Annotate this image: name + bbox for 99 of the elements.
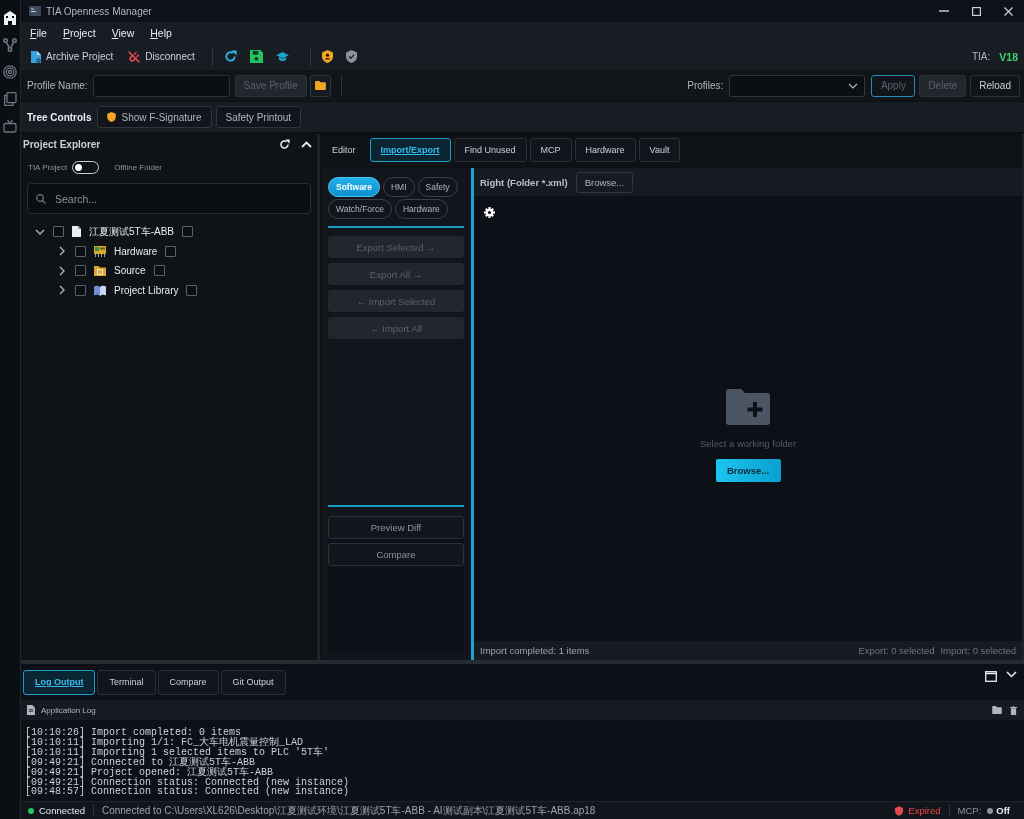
target-icon[interactable]	[3, 65, 17, 79]
import-status: Import completed: 1 items	[480, 645, 590, 656]
checkbox[interactable]	[75, 284, 86, 296]
mcp-status: Off	[996, 805, 1010, 816]
toggle-label: TIA Project	[28, 162, 68, 172]
checkbox[interactable]	[75, 245, 86, 257]
toggle-label: Offline Folder	[114, 162, 162, 172]
module-icon	[94, 245, 106, 257]
tab[interactable]: MCP	[529, 138, 572, 162]
close-icon[interactable]	[1003, 6, 1013, 16]
tab[interactable]: Vault	[638, 138, 681, 162]
folder-title: Right (Folder *.xml)	[480, 176, 568, 188]
tab[interactable]: Hardware	[574, 138, 636, 162]
menu-item[interactable]: Help	[142, 26, 180, 39]
menu-item[interactable]: Project	[54, 26, 104, 39]
tree-control-button[interactable]: Show F-Signature	[97, 106, 212, 128]
book-icon	[94, 284, 106, 296]
profile-name-label: Profile Name:	[27, 80, 88, 91]
panel-title: Project Explorer	[23, 138, 101, 150]
browse-button[interactable]: Browse...	[575, 171, 634, 193]
tree-item[interactable]: Source	[114, 265, 146, 277]
plug-slash-icon	[128, 50, 141, 63]
folder-button[interactable]	[309, 74, 331, 97]
folder-plus-icon	[726, 389, 770, 425]
maximize-icon[interactable]	[985, 671, 997, 682]
tia-label: TIA:	[971, 51, 991, 62]
profiles-label: Profiles:	[687, 80, 724, 91]
checkbox[interactable]	[153, 265, 165, 277]
tab[interactable]: Git Output	[220, 669, 286, 695]
checkbox[interactable]	[53, 226, 64, 238]
action-button[interactable]: Preview Diff	[328, 516, 464, 539]
chevron-right-icon[interactable]	[59, 265, 65, 276]
shield-icon	[107, 112, 117, 122]
mcp-label: MCP:	[957, 805, 982, 816]
tab[interactable]: Import/Export	[369, 138, 451, 162]
tree-item[interactable]: Hardware	[114, 245, 158, 257]
search-field[interactable]: Search...	[27, 183, 311, 214]
tree-control-button[interactable]: Safety Printout	[215, 106, 302, 128]
document-icon	[27, 705, 35, 715]
tab[interactable]: Find Unused	[453, 138, 527, 162]
save-icon[interactable]	[249, 50, 263, 63]
chevron-right-icon[interactable]	[59, 285, 65, 296]
folder-icon	[314, 81, 326, 90]
shield-user-icon[interactable]	[321, 50, 333, 63]
license-status: Expired	[908, 805, 941, 816]
connection-path: Connected to C:\Users\XL626\Desktop\江夏测试环境\江夏测试5T车-ABB - AI测试副本\江夏测试5T车-ABB.ap18	[101, 803, 596, 818]
graduation-cap-icon[interactable]	[275, 51, 289, 62]
browse-button[interactable]: Browse...	[715, 459, 781, 482]
monitor-icon[interactable]	[3, 119, 17, 133]
menu-item[interactable]: File	[22, 26, 55, 39]
search-icon	[36, 193, 46, 204]
document-icon	[72, 226, 81, 238]
checkbox[interactable]	[186, 284, 198, 296]
chevron-down-icon[interactable]	[35, 228, 45, 235]
branch-icon[interactable]	[3, 38, 17, 52]
tab[interactable]: Log Output	[23, 669, 96, 695]
tree-item[interactable]: Project Library	[114, 284, 179, 296]
chevron-down-icon	[848, 82, 859, 89]
tree-controls-title: Tree Controls	[27, 111, 92, 123]
menu-item[interactable]: View	[103, 26, 143, 39]
log-line: [10:10:11] Importing 1/1: FC_大车电机震量控制_LAD	[25, 737, 304, 748]
connection-status: Connected	[39, 805, 85, 816]
checkbox[interactable]	[165, 245, 177, 257]
profile-name-field[interactable]	[92, 74, 230, 97]
tab[interactable]: Editor	[321, 138, 367, 162]
log-line: [10:10:11] Importing 1 selected items to PLC '5T车'	[25, 747, 330, 758]
chevron-up-icon[interactable]	[301, 140, 312, 148]
log-title: Application Log	[41, 705, 96, 715]
copy-icon[interactable]	[3, 92, 17, 106]
refresh-icon[interactable]	[279, 138, 290, 150]
shield-check-icon[interactable]	[345, 50, 357, 63]
trash-icon[interactable]	[1010, 705, 1017, 715]
window-title: TIA Openness Manager	[46, 5, 152, 17]
refresh-icon[interactable]	[223, 50, 237, 63]
tab[interactable]: Compare	[157, 669, 219, 695]
toolbar-button[interactable]: Disconnect	[122, 48, 201, 65]
log-line: [10:10:26] Import completed: 0 items	[25, 728, 242, 738]
profile-button[interactable]: Reload	[970, 74, 1020, 97]
maximize-icon[interactable]	[971, 6, 981, 16]
folder-icon[interactable]	[992, 706, 1002, 714]
log-line: [09:48:57] Connection status: Connected (new instance)	[25, 787, 350, 798]
checkbox[interactable]	[75, 265, 86, 277]
app-icon	[29, 6, 41, 16]
tab[interactable]: Terminal	[97, 669, 156, 695]
tree-item[interactable]: 江夏测试5T车-ABB	[89, 224, 174, 239]
log-line: [09:49:21] Connected to 江夏测试5T车-ABB	[25, 757, 256, 768]
document-icon	[31, 50, 41, 63]
action-button[interactable]: Compare	[328, 543, 464, 566]
settings-icon[interactable]	[484, 207, 495, 218]
building-icon[interactable]	[3, 11, 17, 25]
tia-version: V18	[999, 50, 1018, 63]
empty-message: Select a working folder	[699, 438, 797, 449]
folder-icon	[94, 265, 106, 277]
export-count: Export: 0 selected	[858, 645, 935, 656]
toolbar-button[interactable]: Archive Project	[25, 48, 120, 65]
chevron-right-icon[interactable]	[59, 246, 65, 257]
checkbox[interactable]	[182, 226, 193, 238]
import-count: Import: 0 selected	[940, 645, 1016, 656]
log-line: [09:49:21] Project opened: 江夏测试5T车-ABB	[25, 767, 274, 778]
